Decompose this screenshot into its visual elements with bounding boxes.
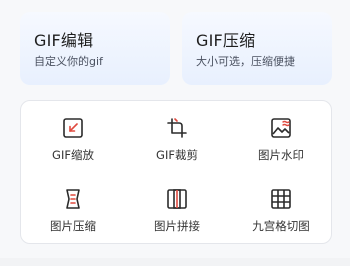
tool-gif-crop[interactable]: GIF裁剪 [125, 116, 229, 176]
stitch-icon [167, 189, 187, 209]
tool-gif-scale[interactable]: GIF缩放 [21, 116, 125, 176]
tool-image-compress[interactable]: 图片压缩 [21, 187, 125, 247]
compress-icon [66, 189, 80, 209]
tool-gif-scale-label: GIF缩放 [52, 148, 94, 162]
gif-compress-subtitle: 大小可选，压缩便捷 [196, 55, 295, 68]
watermark-icon [271, 118, 291, 138]
tools-page: GIF编辑 自定义你的gif GIF压缩 大小可选，压缩便捷 GIF缩放 GIF… [0, 0, 350, 266]
scale-icon [63, 118, 83, 138]
gif-edit-subtitle: 自定义你的gif [34, 55, 103, 68]
tool-image-stitch[interactable]: 图片拼接 [125, 187, 229, 247]
grid-cut-icon [271, 189, 291, 209]
gif-edit-card[interactable]: GIF编辑 自定义你的gif [20, 12, 170, 85]
crop-icon [167, 118, 187, 138]
gif-compress-title: GIF压缩 [196, 31, 256, 50]
tool-image-stitch-label: 图片拼接 [154, 219, 200, 233]
tool-image-watermark-label: 图片水印 [258, 148, 304, 162]
tool-image-compress-label: 图片压缩 [50, 219, 96, 233]
tool-gif-crop-label: GIF裁剪 [156, 148, 198, 162]
tool-grid-cut-label: 九宫格切图 [252, 219, 310, 233]
bottom-divider [0, 258, 350, 266]
tool-image-watermark[interactable]: 图片水印 [229, 116, 333, 176]
gif-edit-title: GIF编辑 [34, 31, 94, 50]
gif-compress-card[interactable]: GIF压缩 大小可选，压缩便捷 [182, 12, 332, 85]
tool-grid-cut[interactable]: 九宫格切图 [229, 187, 333, 247]
tools-grid: GIF缩放 GIF裁剪 图片水印 图片压缩 图片拼接 九宫格切图 [20, 100, 332, 244]
